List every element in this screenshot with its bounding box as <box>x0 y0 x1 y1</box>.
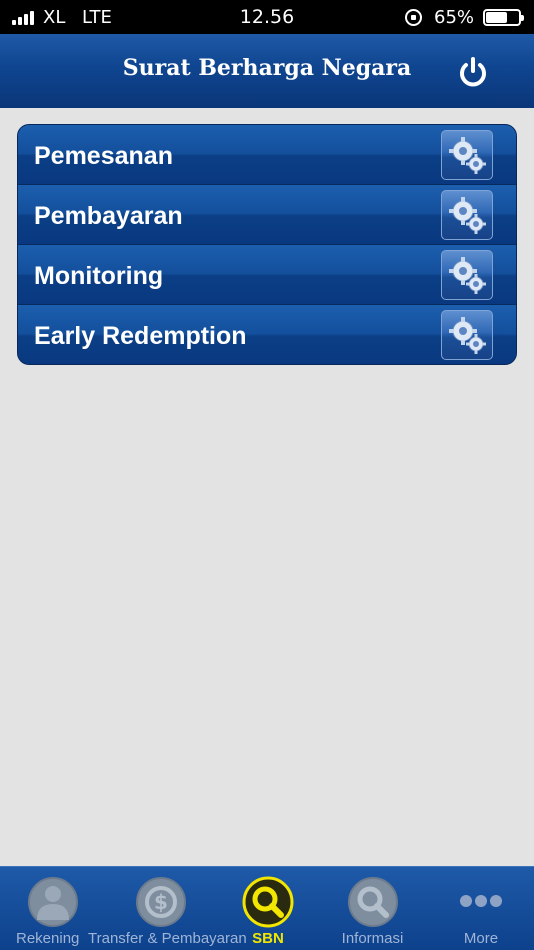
app-header: Surat Berharga Negara <box>0 34 534 108</box>
person-icon <box>28 877 78 927</box>
menu-item-label: Pemesanan <box>34 142 173 170</box>
tab-transfer-pembayaran[interactable]: $ Transfer & Pembayaran <box>88 867 247 950</box>
battery-percentage: 65% <box>434 7 475 28</box>
tab-more[interactable]: More <box>446 867 516 950</box>
more-dots-icon <box>460 895 502 907</box>
menu-item-label: Early Redemption <box>34 322 247 350</box>
menu-item-label: Pembayaran <box>34 202 183 230</box>
settings-button[interactable] <box>441 190 493 240</box>
gears-icon <box>449 137 486 174</box>
settings-button[interactable] <box>441 310 493 360</box>
page-title: Surat Berharga Negara <box>122 55 412 81</box>
menu-item-label: Monitoring <box>34 262 164 290</box>
tab-label: More <box>463 930 499 947</box>
tab-rekening[interactable]: Rekening <box>0 867 90 950</box>
tab-label: Rekening <box>16 930 80 947</box>
settings-button[interactable] <box>441 130 493 180</box>
tab-label: Informasi <box>341 930 404 947</box>
svg-text:$: $ <box>154 890 168 914</box>
sbn-menu-list: Pemesanan Pembayaran Monitoring Early Re… <box>17 124 517 365</box>
gears-icon <box>449 197 486 234</box>
tab-label: SBN <box>252 930 284 947</box>
gears-icon <box>449 317 486 354</box>
tab-sbn[interactable]: SBN <box>240 867 296 950</box>
menu-item-early-redemption[interactable]: Early Redemption <box>18 305 516 364</box>
rotation-lock-icon <box>405 9 422 26</box>
magnifier-icon <box>348 877 398 927</box>
status-bar: XL LTE 12.56 65% <box>0 0 534 34</box>
battery-icon <box>483 9 524 26</box>
menu-item-pemesanan[interactable]: Pemesanan <box>18 125 516 185</box>
money-transfer-icon: $ <box>136 877 186 927</box>
bottom-tab-bar: Rekening $ Transfer & Pembayaran SBN Inf… <box>0 866 534 950</box>
magnifier-icon <box>242 876 294 928</box>
gears-icon <box>449 257 486 294</box>
tab-informasi[interactable]: Informasi <box>330 867 415 950</box>
settings-button[interactable] <box>441 250 493 300</box>
menu-item-pembayaran[interactable]: Pembayaran <box>18 185 516 245</box>
menu-item-monitoring[interactable]: Monitoring <box>18 245 516 305</box>
logout-button[interactable] <box>455 54 491 90</box>
power-icon <box>460 57 486 87</box>
tab-label: Transfer & Pembayaran <box>88 930 247 947</box>
